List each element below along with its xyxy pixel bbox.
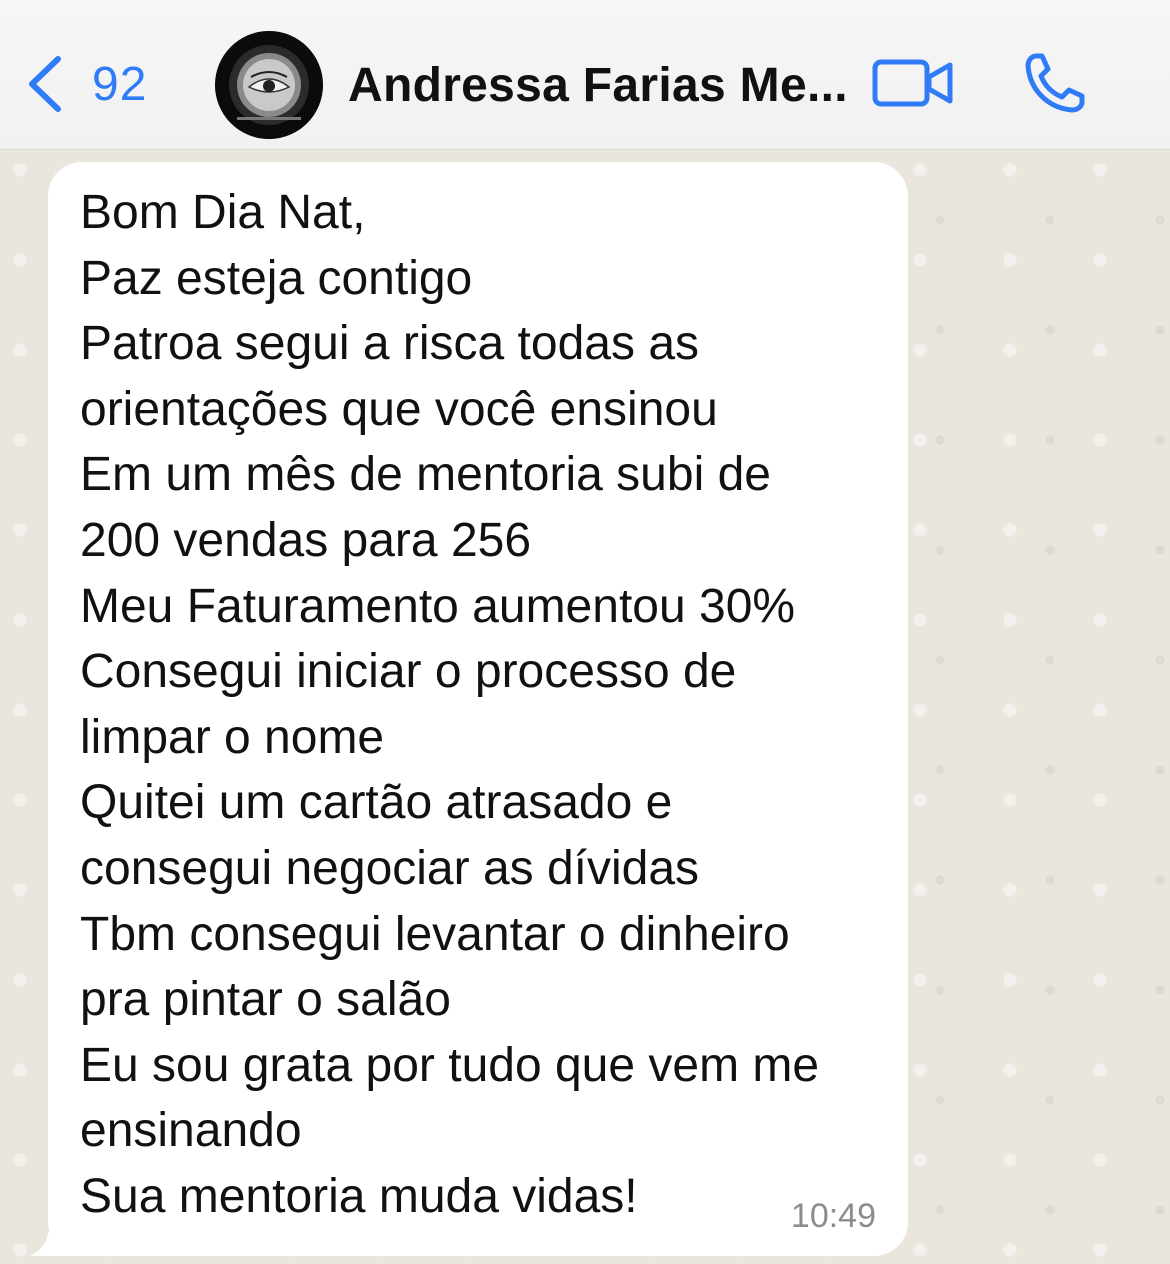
chat-header: 92 Andressa Farias Me... [0,0,1170,150]
contact-avatar[interactable] [215,31,323,139]
message-line: orientações que você ensinou [80,382,718,436]
video-call-button[interactable] [872,56,954,110]
message-line: Paz esteja contigo [80,251,473,305]
message-line: Patroa segui a risca todas as [80,317,700,371]
phone-icon [1025,53,1085,113]
back-button[interactable]: 92 [24,52,147,116]
contact-name[interactable]: Andressa Farias Me... [348,58,848,113]
message-line: Sua mentoria muda vidas! [80,1169,638,1223]
message-line: Consegui iniciar o processo de [80,645,737,699]
message-line: pra pintar o salão [80,973,451,1027]
message-line: 200 vendas para 256 [80,513,532,567]
message-line: Quitei um cartão atrasado e [80,776,673,830]
message-line: consegui negociar as dívidas [80,841,700,895]
message-line: ensinando [80,1104,302,1158]
message-line: Tbm consegui levantar o dinheiro [80,907,790,961]
message-line: limpar o nome [80,710,385,764]
chevron-left-icon [29,56,61,112]
avatar-image [215,31,323,139]
message-line: Eu sou grata por tudo que vem me [80,1038,820,1092]
voice-call-button[interactable] [1022,50,1088,116]
message-line: Bom Dia Nat, [80,186,366,239]
unread-count: 92 [92,57,148,111]
message-timestamp: 10:49 [790,1197,876,1235]
message-bubble[interactable]: Bom Dia Nat, Paz esteja contigo Patroa s… [48,162,908,1256]
video-camera-icon [872,59,953,107]
message-line: Em um mês de mentoria subi de [80,448,771,502]
message-line: Meu Faturamento aumentou 30% [80,579,796,633]
